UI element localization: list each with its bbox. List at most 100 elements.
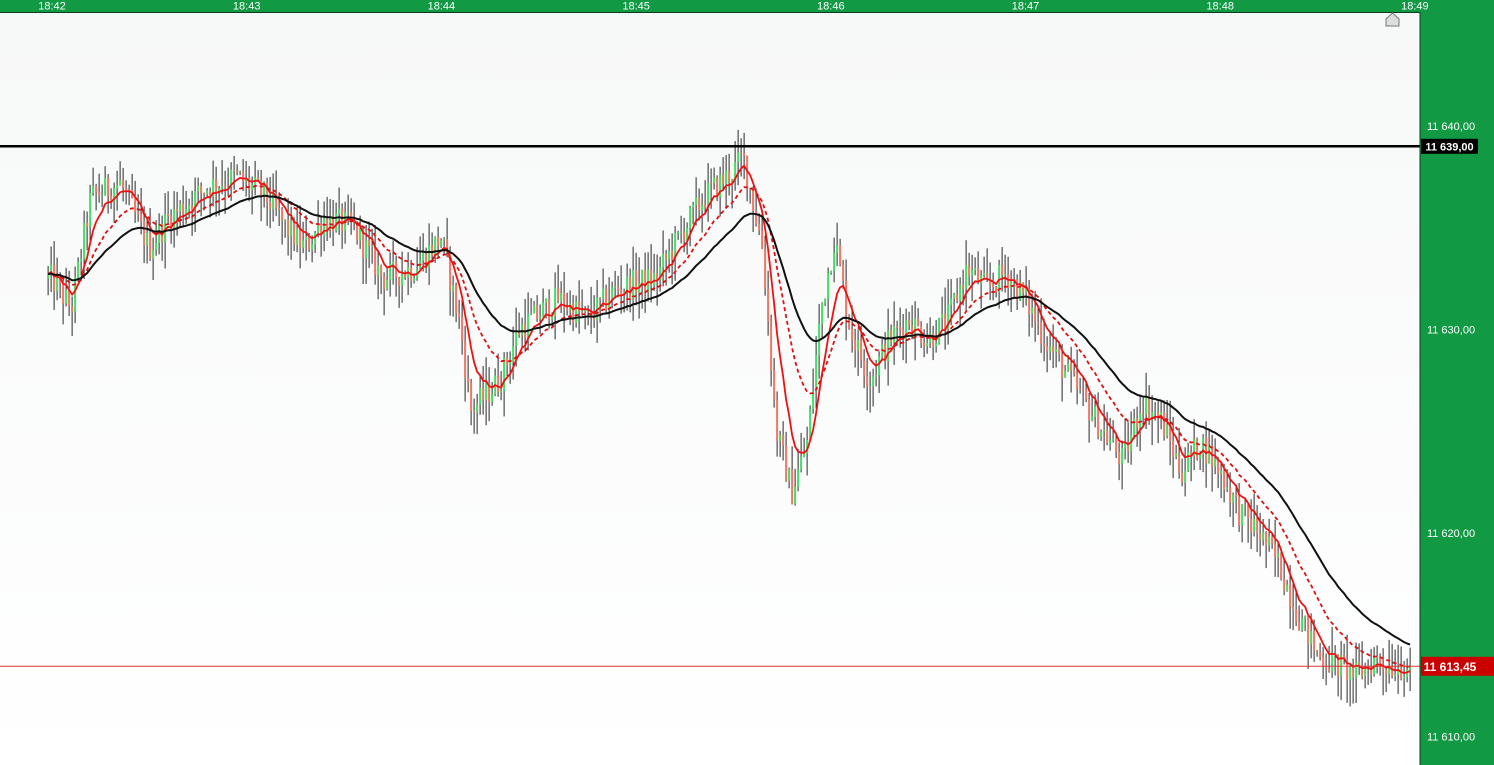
candle-body [755,210,758,224]
candle-body [104,177,107,196]
candle-body [290,220,293,237]
candle-body [827,273,830,299]
level-price-tag[interactable]: 11 639,00 [1421,138,1478,154]
candle-body [842,264,845,281]
candle-body [764,248,767,289]
candle-body [233,169,236,172]
candle-body [380,265,383,277]
candle-body [401,274,404,286]
candle-body [479,387,482,405]
candle-body [677,232,680,234]
candle-body [509,361,512,365]
candle-body [821,303,824,324]
candle-body [653,273,656,286]
candle-body [464,340,467,379]
candle-body [521,324,524,336]
candle-body [1115,438,1118,452]
candle-body [737,152,740,163]
candle-body [1319,652,1322,658]
candle-body [668,251,671,260]
candle-body [1148,395,1151,420]
candle-body [491,394,494,403]
candle-body [1268,536,1271,546]
candle-body [671,251,674,261]
time-axis[interactable] [0,0,1494,12]
candle-body [728,170,731,183]
candle-body [1073,370,1076,374]
candle-body [1394,674,1397,677]
candle-body [908,319,911,326]
candle-body [1001,264,1004,276]
candle-body [1142,413,1145,415]
candle-body [341,208,344,232]
candle-body [500,391,503,393]
candle-body [122,179,125,188]
candle-body [533,305,536,314]
candle-body [515,332,518,347]
candle-body [1262,532,1265,541]
candle-body [995,287,998,292]
candle-body [1274,543,1277,557]
candle-body [1043,343,1046,347]
candle-body [200,186,203,193]
candle-body [437,236,440,247]
candle-body [1088,399,1091,421]
candle-body [1244,504,1247,506]
candle-body [56,277,59,292]
candle-body [197,186,200,192]
candle-body [299,228,302,248]
candle-body [698,197,701,211]
candle-body [1310,631,1313,645]
candle-body [1082,388,1085,390]
candle-body [188,205,191,210]
candle-body [683,231,686,241]
time-label: 18:42 [38,1,66,13]
candle-body [224,186,227,189]
candle-body [1307,616,1310,645]
candle-body [242,171,245,182]
candle-body [1316,650,1319,653]
candle-body [365,240,368,258]
candle-body [155,242,158,250]
candle-body [1058,348,1061,354]
price-axis[interactable] [1420,0,1494,765]
candle-body [869,386,872,388]
candle-body [98,192,101,196]
candle-body [1322,657,1325,667]
candle-body [527,314,530,339]
candle-body [347,212,350,214]
candle-body [1280,553,1283,579]
candle-body [575,301,578,323]
time-label: 18:49 [1401,1,1429,13]
candle-body [863,360,866,376]
candle-body [851,329,854,340]
candle-body [626,276,629,292]
level-tag-label: 11 639,00 [1425,141,1473,153]
candle-body [146,232,149,246]
candle-body [599,297,602,300]
candle-body [1238,496,1241,526]
candle-body [455,284,458,313]
candle-body [338,208,341,214]
candle-body [1208,445,1211,464]
candle-body [572,303,575,323]
candle-body [950,298,953,305]
candle-body [179,203,182,212]
candle-body [497,375,500,393]
candle-body [893,326,896,343]
chart-window: 18:42 18:43 18:44 18:45 18:46 18:47 18:48 18:49… [0,0,1494,765]
candle-body [203,192,206,195]
candle-body [1022,282,1025,293]
candle-body [140,214,143,222]
candle-body [1091,416,1094,421]
candle-body [890,329,893,343]
price-chart[interactable]: 18:42 18:43 18:44 18:45 18:46 18:47 18:48 18:49… [0,0,1494,765]
candle-body [545,298,548,303]
candle-body [1118,451,1121,464]
candle-body [368,240,371,246]
candle-body [1211,445,1214,467]
candle-body [1106,429,1109,444]
candle-body [1004,273,1007,276]
current-price-tag[interactable]: 11 613,45 [1421,656,1494,676]
plot-area[interactable] [0,12,1420,765]
